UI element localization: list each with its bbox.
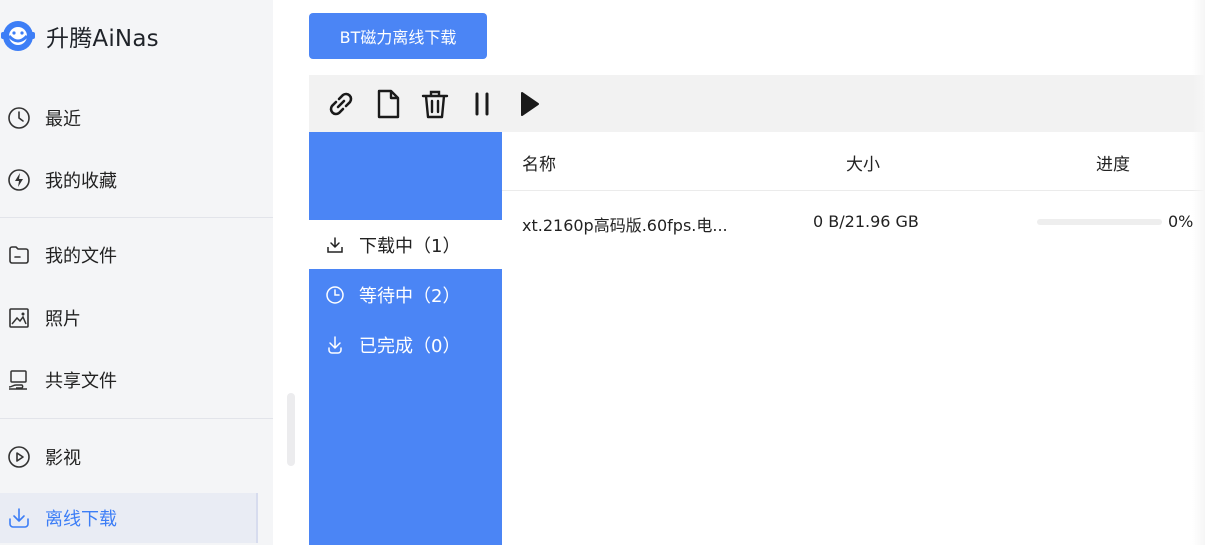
trash-icon[interactable] <box>417 86 453 122</box>
download-icon <box>7 506 31 530</box>
sidebar-divider <box>0 217 273 218</box>
column-header-progress[interactable]: 进度 <box>1096 150 1130 175</box>
file-name: xt.2160p高码版.60fps.电... <box>522 216 728 235</box>
tab-label: 等待中（2） <box>359 285 461 307</box>
clock-icon <box>7 106 31 130</box>
column-header-name[interactable]: 名称 <box>522 150 556 175</box>
sidebar-item-label: 共享文件 <box>45 371 117 392</box>
image-icon <box>7 306 31 330</box>
brand[interactable]: 升腾AiNas <box>0 12 159 60</box>
file-icon[interactable] <box>370 86 406 122</box>
sidebar-item-photos[interactable]: 照片 <box>0 293 258 343</box>
sidebar-item-shared-files[interactable]: 共享文件 <box>0 355 258 405</box>
clock-icon <box>325 285 345 305</box>
sidebar-item-label: 我的文件 <box>45 246 117 267</box>
brand-name: 升腾AiNas <box>46 26 159 52</box>
file-size: 0 B/21.96 GB <box>813 212 919 231</box>
sidebar-item-label: 离线下载 <box>45 509 117 530</box>
sidebar-item-favorites[interactable]: 我的收藏 <box>0 155 258 205</box>
tab-label: 下载中（1） <box>359 235 461 257</box>
tab-waiting[interactable]: 等待中（2） <box>309 270 502 319</box>
sidebar-item-label: 影视 <box>45 448 81 469</box>
sidebar-scrollbar[interactable] <box>287 393 295 466</box>
play-icon[interactable] <box>511 86 547 122</box>
progress-bar <box>1037 219 1162 225</box>
sidebar-item-label: 照片 <box>45 309 81 330</box>
table-row[interactable]: xt.2160p高码版.60fps.电... 0 B/21.96 GB 0% <box>502 197 1205 247</box>
window-edge <box>1192 0 1205 545</box>
sidebar: 升腾AiNas 最近 我的收藏 我的文件 照片 共享文件 影视 离线下载 <box>0 0 273 545</box>
sidebar-item-offline-download[interactable]: 离线下载 <box>0 493 258 543</box>
tab-label: 已完成（0） <box>359 335 461 357</box>
link-icon[interactable] <box>323 86 359 122</box>
bt-magnet-download-button[interactable]: BT磁力离线下载 <box>309 13 487 59</box>
tab-downloading[interactable]: 下载中（1） <box>309 220 502 269</box>
download-arrow-icon <box>325 335 345 355</box>
table-header: 名称 大小 进度 <box>502 132 1205 191</box>
sidebar-divider <box>0 418 273 419</box>
share-hand-icon <box>7 368 31 392</box>
bolt-icon <box>7 168 31 192</box>
download-tray-icon <box>325 235 345 255</box>
download-status-tabs: 下载中（1） 等待中（2） 已完成（0） <box>309 132 502 545</box>
sidebar-item-label: 我的收藏 <box>45 171 117 192</box>
tab-completed[interactable]: 已完成（0） <box>309 320 502 369</box>
folder-icon <box>7 243 31 267</box>
sidebar-item-my-files[interactable]: 我的文件 <box>0 230 258 280</box>
pause-icon[interactable] <box>464 86 500 122</box>
play-circle-icon <box>7 445 31 469</box>
brand-logo-icon <box>0 14 40 58</box>
progress-percent: 0% <box>1168 212 1194 231</box>
sidebar-item-recent[interactable]: 最近 <box>0 93 258 143</box>
sidebar-item-video[interactable]: 影视 <box>0 432 258 482</box>
column-header-size[interactable]: 大小 <box>846 150 880 175</box>
sidebar-item-label: 最近 <box>45 109 81 130</box>
toolbar <box>309 75 1205 132</box>
